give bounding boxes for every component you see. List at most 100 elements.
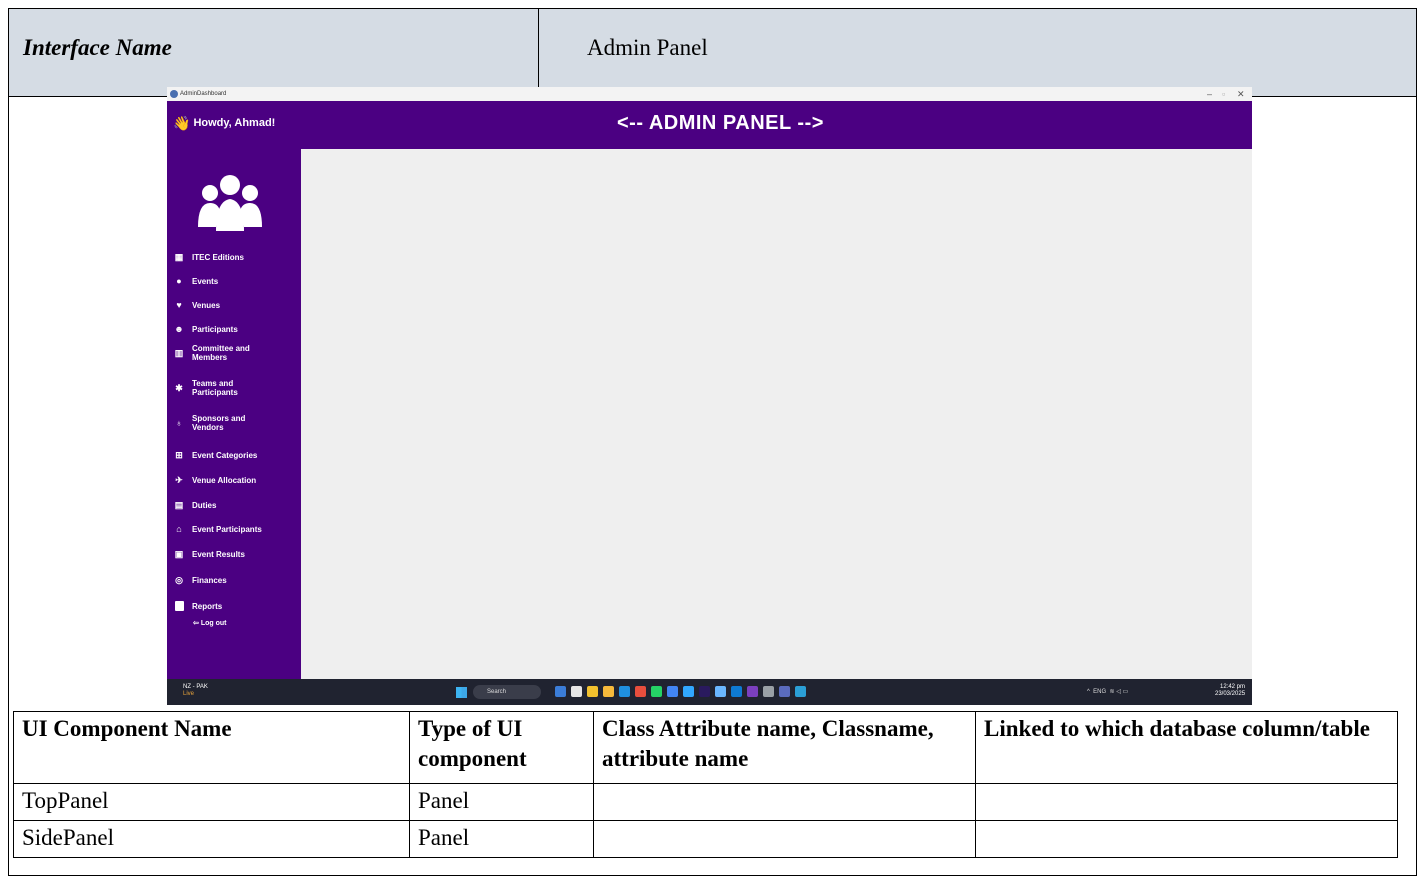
weather-sub: Live [183, 691, 195, 697]
weather-widget[interactable]: NZ - PAK Live [183, 684, 208, 698]
map-pin-icon: ♥ [176, 299, 182, 310]
taskbar-clock[interactable]: 12:42 pm 23/03/2025 [1215, 684, 1245, 698]
interface-label: Interface Name [23, 35, 172, 60]
sidebar-item-label: Reports [192, 601, 223, 611]
system-tray[interactable]: ^ ENG ≋ ◁ ▭ [1087, 688, 1128, 695]
sidebar-item-label: Event Categories [192, 450, 258, 460]
column-header: UI Component Name [13, 711, 410, 784]
sidebar-item-label: Sponsors and Vendors [192, 414, 246, 432]
column-header: Type of UI component [409, 711, 594, 784]
sidebar-item-event-results[interactable]: ▣ Event Results [173, 548, 245, 560]
ui-component-table: UI Component Name Type of UI component C… [13, 711, 1398, 858]
sidebar-item-events[interactable]: ● Events [173, 275, 218, 287]
admin-dashboard-window: AdminDashboard – ▫ ✕ 👋 Howdy, Ahmad! <-- … [167, 87, 1252, 705]
panel-title: <-- ADMIN PANEL --> [617, 112, 824, 134]
taskbar-app-icon[interactable] [715, 686, 726, 697]
language-indicator: ENG [1093, 689, 1107, 695]
taskbar-app-icon[interactable] [779, 686, 790, 697]
sidebar-item-label: Venue Allocation [192, 475, 257, 485]
table-cell: Panel [409, 783, 594, 821]
sidebar-item-participants[interactable]: ☻ Participants [173, 323, 238, 335]
sidebar-item-teams[interactable]: ✱ Teams and Participants [173, 379, 283, 397]
os-taskbar: NZ - PAK Live Search ^ ENG ≋ ◁ ▭ 12:42 p… [167, 679, 1252, 705]
taskbar-app-icon[interactable] [747, 686, 758, 697]
team-icon: ✱ [175, 382, 183, 393]
taskbar-app-icon[interactable] [571, 686, 582, 697]
grid-icon: ⊞ [175, 449, 183, 460]
results-icon: ▣ [174, 548, 184, 559]
sidebar-item-label: Teams and Participants [192, 379, 238, 397]
sidebar-item-venues[interactable]: ♥ Venues [173, 299, 220, 311]
table-cell [975, 783, 1398, 821]
logout-icon: ⇦ [193, 620, 201, 627]
sidebar-item-label: Committee and Members [192, 344, 250, 362]
interface-label-cell: Interface Name [9, 9, 539, 96]
sidebar-item-itec-editions[interactable]: ▦ ITEC Editions [173, 251, 244, 263]
header-row: Interface Name Admin Panel [9, 9, 1416, 97]
side-panel: ▦ ITEC Editions ● Events ♥ Venues ☻ Particip… [167, 149, 301, 679]
taskbar-app-icon[interactable] [683, 686, 694, 697]
sidebar-item-label: Finances [192, 575, 227, 585]
sidebar-item-label: Venues [192, 300, 221, 310]
window-titlebar: AdminDashboard – ▫ ✕ [167, 87, 1252, 101]
calendar-icon: ▦ [174, 251, 184, 262]
taskbar-app-icon[interactable] [619, 686, 630, 697]
people-icon: ☻ [174, 323, 184, 334]
pin-icon: ✈ [175, 474, 183, 485]
table-header-row: UI Component Name Type of UI component C… [13, 711, 1398, 784]
sidebar-item-reports[interactable]: Reports [173, 600, 222, 612]
maximize-button[interactable]: ▫ [1222, 89, 1225, 99]
close-button[interactable]: ✕ [1237, 89, 1245, 100]
app-icon [170, 90, 178, 98]
top-panel: 👋 Howdy, Ahmad! <-- ADMIN PANEL --> [167, 101, 1252, 149]
table-cell [593, 783, 976, 821]
sidebar-item-duties[interactable]: ▤ Duties [173, 499, 217, 511]
logout-button[interactable]: ⇦ Log out [193, 619, 226, 627]
taskbar-app-icon[interactable] [731, 686, 742, 697]
taskbar-app-icon[interactable] [651, 686, 662, 697]
document-icon [173, 600, 185, 612]
minimize-button[interactable]: – [1207, 89, 1212, 99]
interface-value: Admin Panel [587, 35, 708, 60]
taskbar-app-icon[interactable] [635, 686, 646, 697]
sidebar-item-finances[interactable]: ◎ Finances [173, 574, 227, 586]
globe-icon: ● [176, 275, 182, 286]
column-header: Linked to which database column/table [975, 711, 1398, 784]
taskbar-app-icon[interactable] [587, 686, 598, 697]
clock-time: 12:42 pm [1220, 684, 1246, 690]
sidebar-item-committee[interactable]: ▥ Committee and Members [173, 344, 283, 362]
sidebar-item-label: ITEC Editions [192, 252, 244, 262]
sidebar-item-venue-allocation[interactable]: ✈ Venue Allocation [173, 474, 256, 486]
clipboard-icon: ▤ [174, 499, 184, 510]
taskbar-app-icon[interactable] [699, 686, 710, 697]
committee-icon: ▥ [174, 347, 184, 358]
sidebar-item-label: Participants [192, 324, 238, 334]
taskbar-app-icon[interactable] [667, 686, 678, 697]
table-cell: Panel [409, 820, 594, 858]
sidebar-item-label: Event Results [192, 549, 245, 559]
sidebar-item-label: Events [192, 276, 219, 286]
greeting: 👋 Howdy, Ahmad! [173, 115, 275, 132]
taskbar-app-icon[interactable] [795, 686, 806, 697]
taskbar-apps [555, 686, 806, 697]
table-cell [593, 820, 976, 858]
taskbar-search[interactable]: Search [473, 685, 541, 699]
sidebar-item-label: Event Participants [192, 524, 262, 534]
taskbar-app-icon[interactable] [603, 686, 614, 697]
column-header: Class Attribute name, Classname, attribu… [593, 711, 976, 784]
sidebar-item-sponsors[interactable]: ♁ Sponsors and Vendors [173, 414, 283, 432]
sidebar-item-event-categories[interactable]: ⊞ Event Categories [173, 449, 257, 461]
table-row: SidePanel Panel [13, 820, 1398, 858]
taskbar-app-icon[interactable] [763, 686, 774, 697]
waving-hand-icon: 👋 [173, 115, 191, 131]
users-group-icon [198, 175, 262, 231]
wifi-icon: ≋ ◁ ▭ [1106, 689, 1129, 695]
sidebar-item-label: Duties [192, 500, 217, 510]
money-bag-icon: ♁ [175, 417, 183, 428]
taskbar-app-icon[interactable] [555, 686, 566, 697]
weather-title: NZ - PAK [183, 684, 208, 690]
sidebar-item-event-participants[interactable]: ⌂ Event Participants [173, 523, 262, 535]
start-button[interactable] [456, 687, 467, 698]
logout-label: Log out [200, 620, 227, 627]
clock-date: 23/03/2025 [1215, 691, 1246, 697]
